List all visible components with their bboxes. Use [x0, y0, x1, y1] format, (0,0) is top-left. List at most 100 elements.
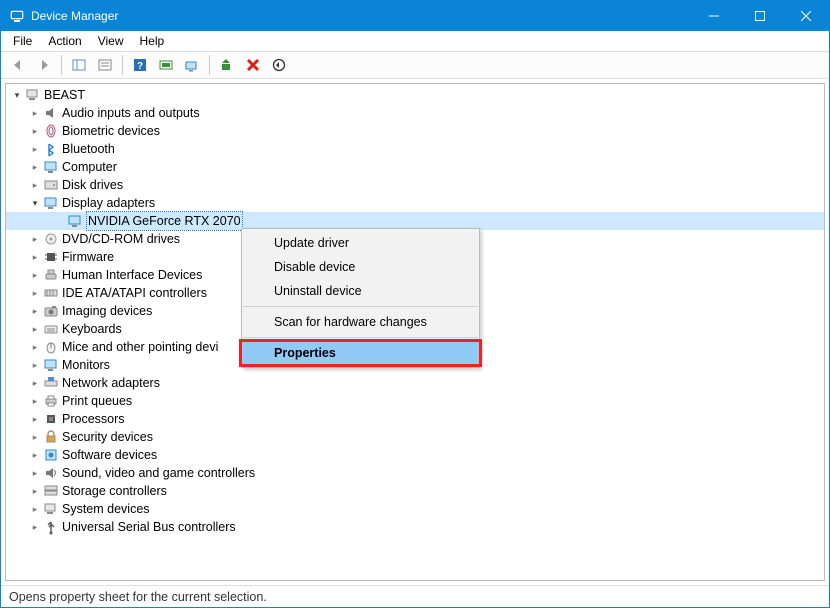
- tree-category-label: Storage controllers: [62, 482, 167, 500]
- category-icon: [43, 177, 59, 193]
- forward-button[interactable]: [32, 53, 56, 77]
- menu-help[interactable]: Help: [132, 32, 173, 50]
- category-icon: [43, 249, 59, 265]
- tree-category[interactable]: Processors: [6, 410, 824, 428]
- tree-category-label: Imaging devices: [62, 302, 152, 320]
- chevron-right-icon[interactable]: [28, 302, 42, 320]
- computer-icon: [25, 87, 41, 103]
- tree-category[interactable]: Computer: [6, 158, 824, 176]
- category-icon: [43, 267, 59, 283]
- tree-category[interactable]: Storage controllers: [6, 482, 824, 500]
- tree-category[interactable]: Display adapters: [6, 194, 824, 212]
- svg-text:?: ?: [137, 61, 143, 72]
- context-menu-update-driver[interactable]: Update driver: [242, 231, 479, 255]
- tree-category-label: Security devices: [62, 428, 153, 446]
- tree-category-label: Firmware: [62, 248, 114, 266]
- context-menu-separator: [243, 306, 478, 307]
- chevron-right-icon[interactable]: [28, 266, 42, 284]
- category-icon: [43, 321, 59, 337]
- menu-action[interactable]: Action: [40, 32, 89, 50]
- tree-category[interactable]: Universal Serial Bus controllers: [6, 518, 824, 536]
- show-hidden-toolbar-button[interactable]: [180, 53, 204, 77]
- category-icon: [43, 375, 59, 391]
- chevron-right-icon[interactable]: [28, 374, 42, 392]
- tree-category[interactable]: Print queues: [6, 392, 824, 410]
- chevron-right-icon[interactable]: [28, 158, 42, 176]
- chevron-down-icon[interactable]: [28, 194, 42, 212]
- chevron-right-icon[interactable]: [28, 392, 42, 410]
- tree-category-label: Software devices: [62, 446, 157, 464]
- minimize-button[interactable]: [691, 1, 737, 31]
- tree-category[interactable]: Disk drives: [6, 176, 824, 194]
- tree-wrapper: BEAST Audio inputs and outputs Biometric…: [5, 83, 825, 581]
- menu-view[interactable]: View: [90, 32, 132, 50]
- category-icon: [43, 303, 59, 319]
- chevron-right-icon[interactable]: [28, 140, 42, 158]
- toolbar: ?: [1, 51, 829, 79]
- chevron-right-icon[interactable]: [28, 482, 42, 500]
- chevron-right-icon[interactable]: [28, 284, 42, 302]
- tree-category-label: IDE ATA/ATAPI controllers: [62, 284, 207, 302]
- tree-category-label: Processors: [62, 410, 125, 428]
- context-menu-properties[interactable]: Properties: [242, 341, 479, 365]
- chevron-right-icon[interactable]: [28, 230, 42, 248]
- category-icon: [43, 501, 59, 517]
- tree-category[interactable]: Software devices: [6, 446, 824, 464]
- context-menu: Update driver Disable device Uninstall d…: [241, 228, 480, 368]
- chevron-right-icon[interactable]: [28, 518, 42, 536]
- chevron-right-icon[interactable]: [28, 338, 42, 356]
- titlebar: Device Manager: [1, 1, 829, 31]
- window-title: Device Manager: [31, 9, 118, 23]
- disable-toolbar-button[interactable]: [267, 53, 291, 77]
- chevron-right-icon[interactable]: [28, 356, 42, 374]
- chevron-right-icon[interactable]: [28, 122, 42, 140]
- chevron-right-icon[interactable]: [28, 446, 42, 464]
- app-icon: [9, 8, 25, 24]
- chevron-right-icon[interactable]: [28, 320, 42, 338]
- update-driver-toolbar-button[interactable]: [215, 53, 239, 77]
- chevron-right-icon[interactable]: [28, 410, 42, 428]
- uninstall-toolbar-button[interactable]: [241, 53, 265, 77]
- tree-root[interactable]: BEAST: [6, 86, 824, 104]
- tree-category[interactable]: Audio inputs and outputs: [6, 104, 824, 122]
- category-icon: [43, 285, 59, 301]
- category-icon: [43, 357, 59, 373]
- category-icon: [43, 141, 59, 157]
- menu-file[interactable]: File: [5, 32, 40, 50]
- context-menu-scan-hardware[interactable]: Scan for hardware changes: [242, 310, 479, 334]
- chevron-right-icon[interactable]: [28, 464, 42, 482]
- chevron-down-icon[interactable]: [10, 86, 24, 104]
- chevron-right-icon[interactable]: [28, 500, 42, 518]
- tree-category[interactable]: Bluetooth: [6, 140, 824, 158]
- properties-toolbar-button[interactable]: [93, 53, 117, 77]
- close-button[interactable]: [783, 1, 829, 31]
- tree-category-label: Universal Serial Bus controllers: [62, 518, 236, 536]
- context-menu-uninstall-device[interactable]: Uninstall device: [242, 279, 479, 303]
- tree-category-label: System devices: [62, 500, 150, 518]
- chevron-right-icon[interactable]: [28, 104, 42, 122]
- tree-category[interactable]: Sound, video and game controllers: [6, 464, 824, 482]
- chevron-right-icon[interactable]: [28, 176, 42, 194]
- category-icon: [43, 465, 59, 481]
- scan-hardware-toolbar-button[interactable]: [154, 53, 178, 77]
- category-icon: [43, 483, 59, 499]
- maximize-button[interactable]: [737, 1, 783, 31]
- device-manager-window: Device Manager File Action View Help ?: [0, 0, 830, 608]
- category-icon: [43, 393, 59, 409]
- chevron-right-icon[interactable]: [28, 428, 42, 446]
- show-hide-tree-button[interactable]: [67, 53, 91, 77]
- tree-category-label: Disk drives: [62, 176, 123, 194]
- category-icon: [43, 105, 59, 121]
- chevron-right-icon[interactable]: [28, 248, 42, 266]
- tree-category-label: Network adapters: [62, 374, 160, 392]
- tree-category[interactable]: Biometric devices: [6, 122, 824, 140]
- tree-category-label: Display adapters: [62, 194, 155, 212]
- back-button[interactable]: [6, 53, 30, 77]
- help-toolbar-button[interactable]: ?: [128, 53, 152, 77]
- category-icon: [43, 429, 59, 445]
- tree-category-label: Keyboards: [62, 320, 122, 338]
- tree-category[interactable]: System devices: [6, 500, 824, 518]
- tree-category[interactable]: Network adapters: [6, 374, 824, 392]
- tree-category[interactable]: Security devices: [6, 428, 824, 446]
- context-menu-disable-device[interactable]: Disable device: [242, 255, 479, 279]
